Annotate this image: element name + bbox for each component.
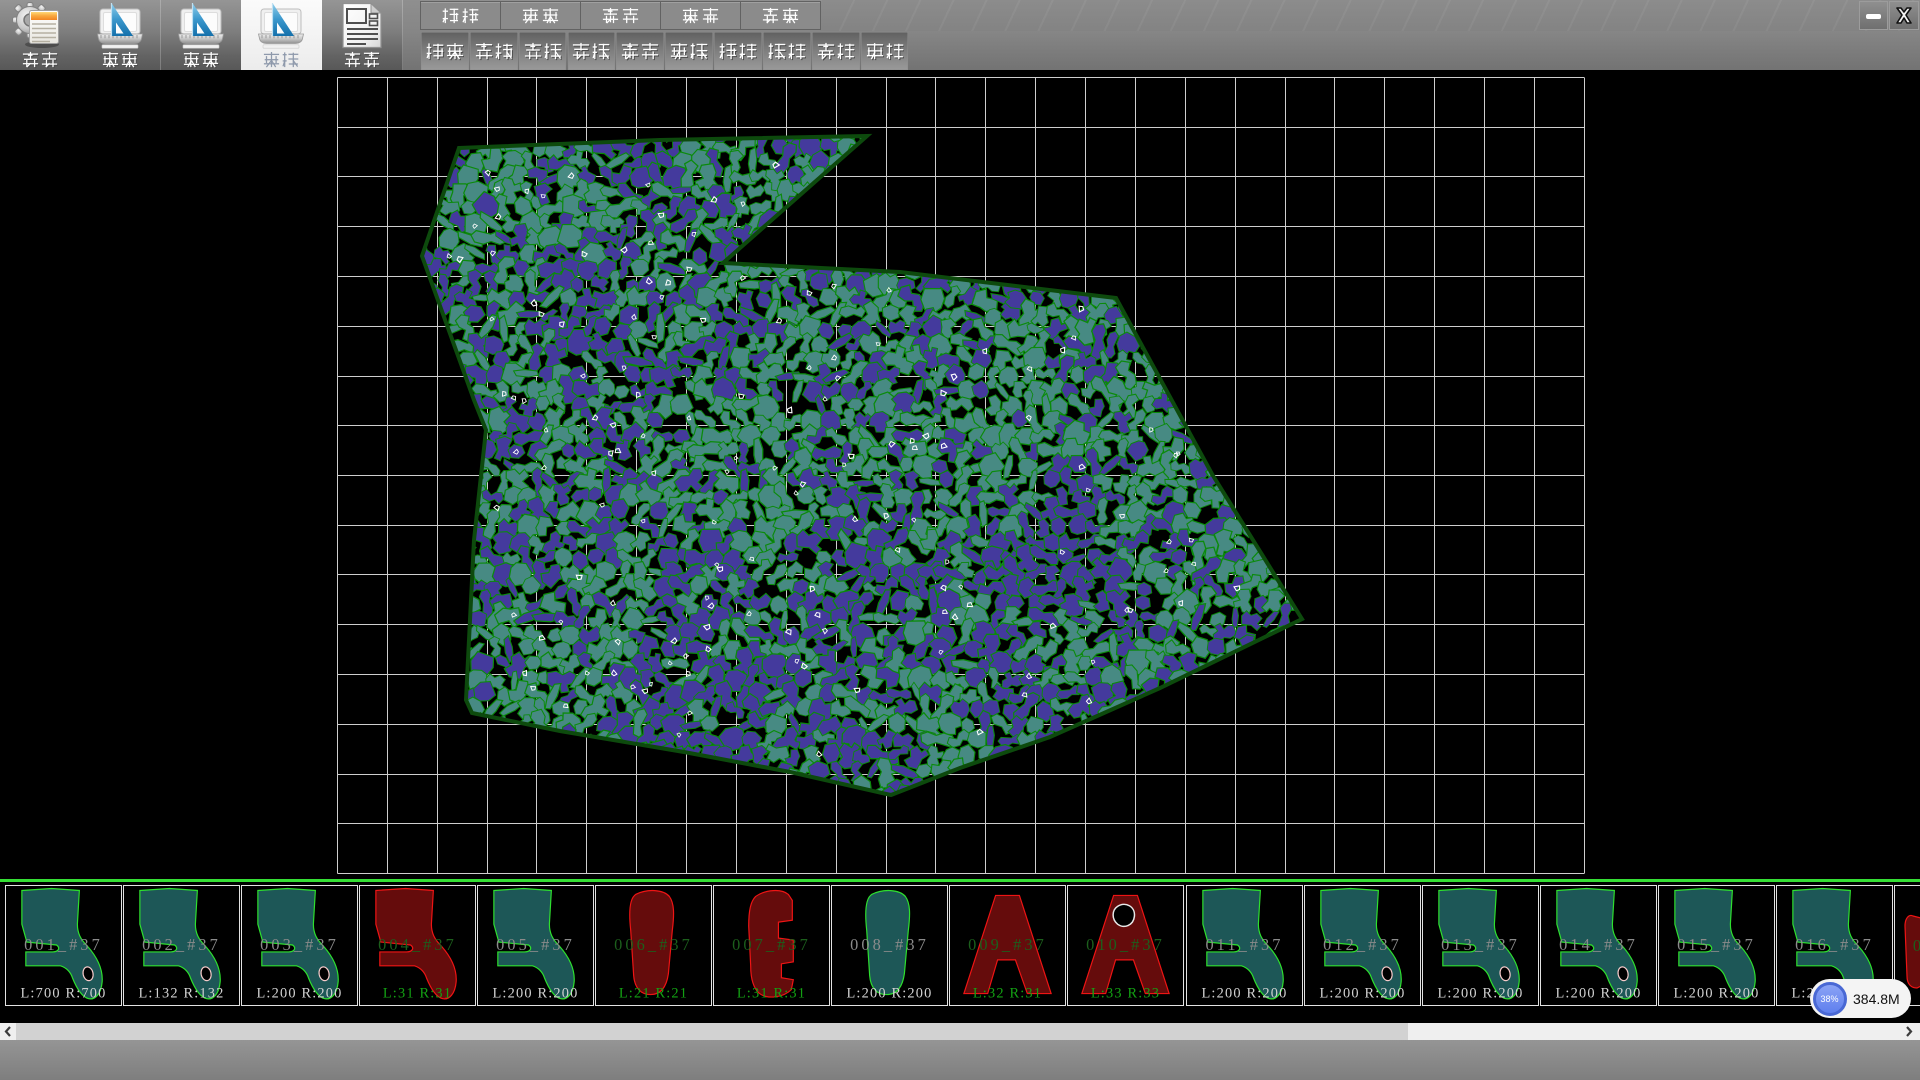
svg-text:008_#37: 008_#37 xyxy=(850,935,929,954)
svg-text:010_#37: 010_#37 xyxy=(1087,935,1166,954)
svg-text:005_#37: 005_#37 xyxy=(496,935,575,954)
svg-text:L:700 R:700: L:700 R:700 xyxy=(20,986,106,1002)
svg-text:L:200 R:200: L:200 R:200 xyxy=(1319,986,1405,1002)
svg-text:011_#37: 011_#37 xyxy=(1205,935,1283,954)
svg-text:002_#37: 002_#37 xyxy=(142,935,221,954)
svg-text:L:200 R:200: L:200 R:200 xyxy=(492,986,578,1002)
svg-text:004_#37: 004_#37 xyxy=(378,935,457,954)
svg-text:L:31 R:31: L:31 R:31 xyxy=(737,986,806,1002)
svg-text:006_#37: 006_#37 xyxy=(614,935,693,954)
svg-text:015_#37: 015_#37 xyxy=(1677,935,1756,954)
svg-text:L:32 R:31: L:32 R:31 xyxy=(973,986,1042,1002)
svg-text:L:200 R:200: L:200 R:200 xyxy=(1201,986,1287,1002)
svg-text:001_#37: 001_#37 xyxy=(24,935,103,954)
svg-text:009_#37: 009_#37 xyxy=(968,935,1047,954)
svg-text:L:200 R:200: L:200 R:200 xyxy=(1673,986,1759,1002)
svg-text:003_#37: 003_#37 xyxy=(260,935,339,954)
svg-text:L:200 R:200: L:200 R:200 xyxy=(1555,986,1641,1002)
svg-text:L:33 R:33: L:33 R:33 xyxy=(1091,986,1160,1002)
svg-text:016_#37: 016_#37 xyxy=(1795,935,1874,954)
svg-text:014_#37: 014_#37 xyxy=(1559,935,1638,954)
svg-text:L:200 R:200: L:200 R:200 xyxy=(1437,986,1523,1002)
svg-text:L:21 R:21: L:21 R:21 xyxy=(619,986,688,1002)
svg-text:L:200 R:200: L:200 R:200 xyxy=(256,986,342,1002)
svg-text:007_#37: 007_#37 xyxy=(732,935,811,954)
svg-text:013_#37: 013_#37 xyxy=(1441,935,1520,954)
svg-text:L:200 R:200: L:200 R:200 xyxy=(847,986,933,1002)
svg-text:012_#37: 012_#37 xyxy=(1323,935,1402,954)
svg-text:0: 0 xyxy=(1913,936,1920,955)
svg-text:L:31 R:31: L:31 R:31 xyxy=(383,986,452,1002)
svg-text:L:132 R:132: L:132 R:132 xyxy=(138,986,224,1002)
